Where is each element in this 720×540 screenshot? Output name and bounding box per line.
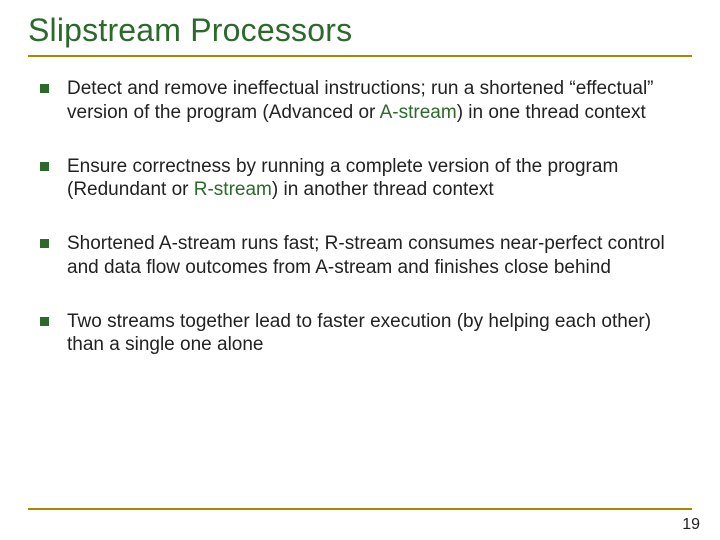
bullet-text-highlight: R-stream bbox=[194, 179, 272, 200]
bullet-square-icon bbox=[40, 317, 49, 326]
bullet-text: Shortened A-stream runs fast; R-stream c… bbox=[67, 232, 692, 280]
footer-underline bbox=[28, 508, 692, 510]
bullet-text-post: ) in another thread context bbox=[272, 179, 494, 200]
page-title: Slipstream Processors bbox=[28, 12, 692, 49]
bullet-text: Ensure correctness by running a complete… bbox=[67, 155, 692, 203]
list-item: Ensure correctness by running a complete… bbox=[40, 155, 692, 203]
bullet-text-pre: Shortened A-stream runs fast; R-stream c… bbox=[67, 233, 665, 278]
list-item: Detect and remove ineffectual instructio… bbox=[40, 77, 692, 125]
title-underline bbox=[28, 55, 692, 57]
bullet-text: Two streams together lead to faster exec… bbox=[67, 310, 692, 358]
list-item: Shortened A-stream runs fast; R-stream c… bbox=[40, 232, 692, 280]
bullet-square-icon bbox=[40, 162, 49, 171]
bullet-text: Detect and remove ineffectual instructio… bbox=[67, 77, 692, 125]
bullet-list: Detect and remove ineffectual instructio… bbox=[28, 77, 692, 357]
slide: Slipstream Processors Detect and remove … bbox=[0, 0, 720, 540]
list-item: Two streams together lead to faster exec… bbox=[40, 310, 692, 358]
page-number: 19 bbox=[682, 516, 700, 534]
bullet-text-pre: Two streams together lead to faster exec… bbox=[67, 311, 651, 356]
bullet-square-icon bbox=[40, 84, 49, 93]
bullet-text-highlight: A-stream bbox=[380, 102, 457, 123]
bullet-square-icon bbox=[40, 239, 49, 248]
bullet-text-post: ) in one thread context bbox=[457, 102, 646, 123]
